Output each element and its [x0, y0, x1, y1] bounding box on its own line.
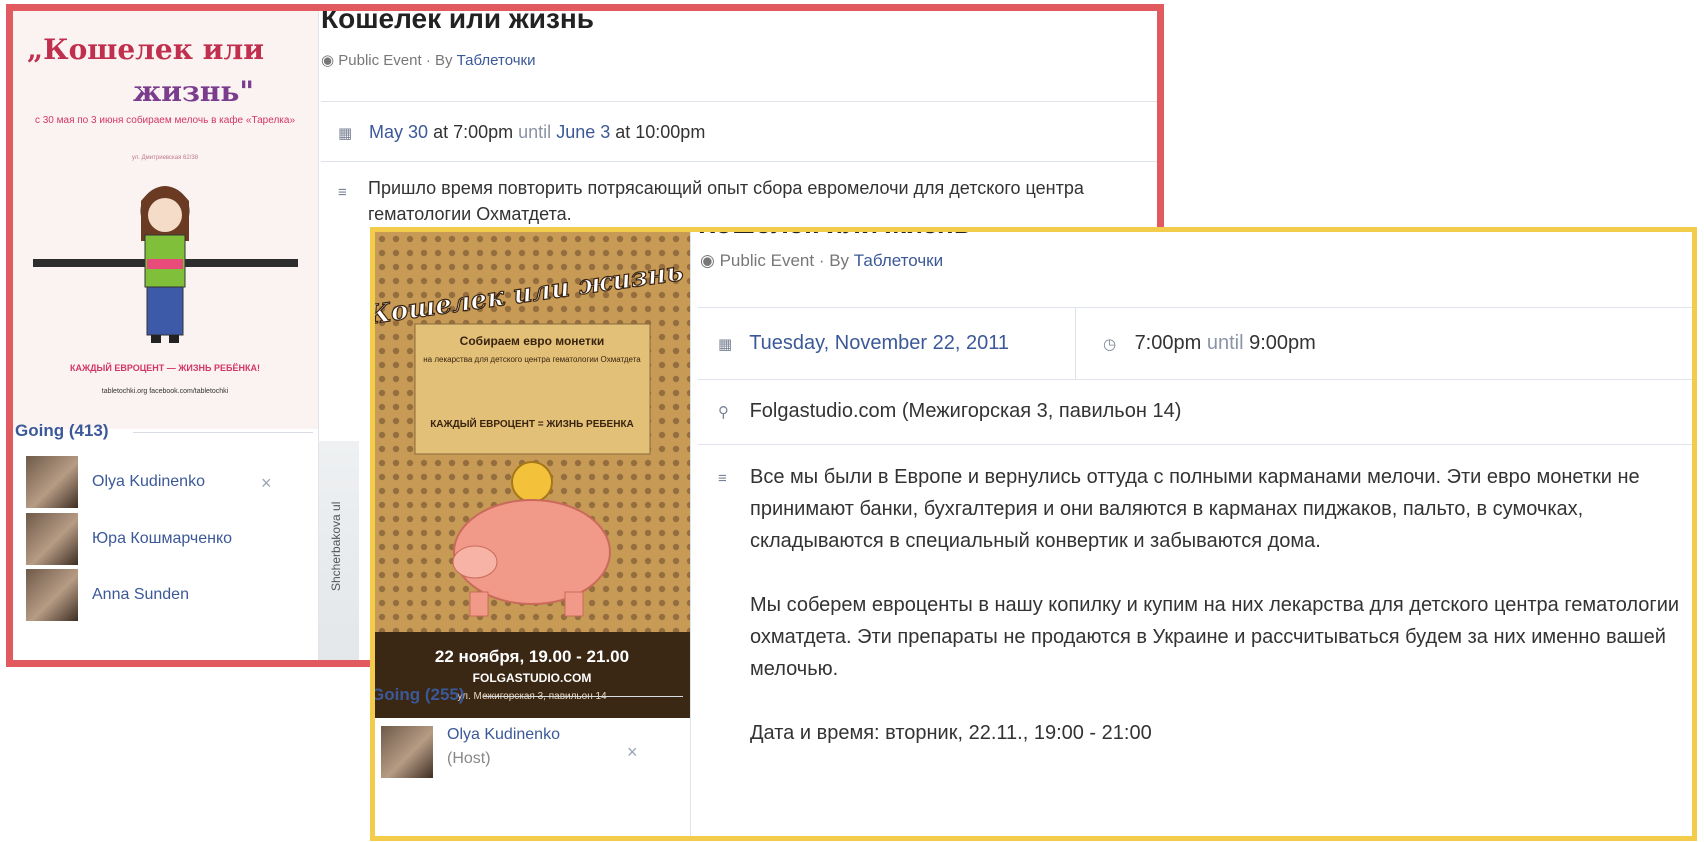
going-count[interactable]: Going (413): [15, 421, 109, 441]
by-prefix: · By: [818, 251, 850, 270]
start-time: 7:00pm: [1134, 332, 1202, 354]
event-meta: ◉ Public Event · By Таблеточки: [321, 51, 536, 69]
poster-slogan: КАЖДЫЙ ЕВРОЦЕНТ — ЖИЗНЬ РЕБЁНКА!: [70, 362, 260, 373]
event-description: Все мы были в Европе и вернулись оттуда …: [750, 461, 1690, 749]
remove-guest-icon[interactable]: ×: [627, 742, 638, 763]
event-screenshot-2: Кошелек или жизнь Собираем евро монетки …: [370, 227, 1697, 841]
description-paragraph: Все мы были в Европе и вернулись оттуда …: [750, 466, 1640, 552]
clock-icon: ◷: [1103, 336, 1117, 353]
event-date-row: ▦ May 30 at 7:00pm until June 3 at 10:00…: [338, 122, 705, 143]
until-label: until: [518, 122, 552, 142]
event-description: Пришло время повторить потрясающий опыт …: [368, 178, 1084, 224]
avatar[interactable]: [26, 513, 78, 565]
globe-icon: ◉: [700, 251, 715, 270]
guest-item[interactable]: Olya Kudinenko (Host): [381, 726, 560, 778]
going-count[interactable]: Going (255): [375, 685, 465, 705]
avatar[interactable]: [26, 569, 78, 621]
guest-name[interactable]: Olya Kudinenko: [92, 473, 205, 491]
guest-item[interactable]: Юра Кошмарченко: [26, 513, 232, 565]
end-date-link[interactable]: June 3: [556, 122, 610, 142]
guest-name[interactable]: Anna Sunden: [92, 586, 189, 604]
poster-site: FOLGASTUDIO.COM: [473, 671, 592, 685]
left-column: Кошелек или жизнь Собираем евро монетки …: [375, 232, 691, 836]
guest-info: Olya Kudinenko (Host): [447, 726, 560, 768]
event-poster[interactable]: „Кошелек или жизнь" с 30 мая по 3 июня с…: [13, 11, 318, 429]
end-time: 9:00pm: [1249, 332, 1316, 354]
start-time: at 7:00pm: [433, 122, 514, 142]
map-street-label: Shcherbakova ul: [329, 501, 343, 591]
avatar[interactable]: [381, 726, 433, 778]
guest-name[interactable]: Olya Kudinenko: [447, 726, 560, 744]
poster-date: 22 ноября, 19.00 - 21.00: [435, 647, 629, 666]
organizer-link[interactable]: Таблеточки: [854, 251, 943, 270]
description-row: ≡: [718, 466, 744, 489]
event-title: Кошелек или жизнь: [698, 232, 971, 240]
poster-box-line2: на лекарства для детского центра гематол…: [423, 355, 641, 364]
description-row: ≡: [338, 181, 364, 202]
divider: [483, 696, 683, 697]
event-visibility: Public Event: [719, 251, 815, 270]
poster-illustration: „Кошелек или жизнь" с 30 мая по 3 июня с…: [27, 33, 298, 395]
event-time-row: ◷ 7:00pm until 9:00pm: [1103, 332, 1316, 355]
description-paragraph: Дата и время: вторник, 22.11., 19:00 - 2…: [750, 722, 1152, 744]
event-title: Кошелек или жизнь: [321, 4, 594, 34]
calendar-icon: ▦: [338, 125, 353, 142]
divider: [1075, 307, 1076, 379]
map-thumbnail[interactable]: Shcherbakova ul: [319, 441, 359, 660]
until-label: until: [1206, 332, 1244, 354]
event-visibility: Public Event: [338, 52, 422, 69]
avatar[interactable]: [26, 456, 78, 508]
event-meta: ◉ Public Event · By Таблеточки: [700, 251, 943, 271]
divider: [321, 161, 1157, 162]
divider: [321, 101, 1157, 102]
calendar-icon: ▦: [718, 336, 733, 353]
divider: [698, 379, 1692, 380]
poster-box-line3: КАЖДЫЙ ЕВРОЦЕНТ = ЖИЗНЬ РЕБЕНКА: [430, 417, 634, 430]
divider: [698, 307, 1692, 308]
location-text[interactable]: Folgastudio.com (Межигорская 3, павильон…: [750, 400, 1182, 422]
by-prefix: · By: [425, 52, 453, 69]
guest-name[interactable]: Юра Кошмарченко: [92, 530, 232, 548]
remove-guest-icon[interactable]: ×: [261, 473, 272, 494]
host-label: (Host): [447, 750, 491, 767]
divider: [698, 444, 1692, 445]
poster-illustration: Кошелек или жизнь Собираем евро монетки …: [375, 232, 690, 718]
event-date-link[interactable]: Tuesday, November 22, 2011: [749, 332, 1009, 354]
start-date-link[interactable]: May 30: [369, 122, 428, 142]
poster-title-line2: жизнь": [133, 75, 254, 108]
organizer-link[interactable]: Таблеточки: [457, 52, 536, 69]
guest-item[interactable]: Olya Kudinenko: [26, 456, 205, 508]
poster-footer: tabletochki.org facebook.com/tabletochki: [102, 388, 229, 395]
guest-item[interactable]: Anna Sunden: [26, 569, 189, 621]
left-column: „Кошелек или жизнь" с 30 мая по 3 июня с…: [13, 11, 319, 660]
poster-title-line1: „Кошелек или: [27, 33, 264, 66]
location-pin-icon: ⚲: [718, 404, 729, 421]
divider: [133, 432, 313, 433]
end-time: at 10:00pm: [615, 122, 706, 142]
text-lines-icon: ≡: [338, 184, 347, 201]
text-lines-icon: ≡: [718, 470, 727, 487]
event-date-row: ▦ Tuesday, November 22, 2011: [718, 332, 1009, 355]
poster-address: ул. Дмитриевская 62/38: [132, 155, 199, 161]
poster-subtitle: с 30 мая по 3 июня собираем мелочь в каф…: [35, 114, 296, 126]
location-row: ⚲ Folgastudio.com (Межигорская 3, павиль…: [718, 400, 1181, 423]
event-poster[interactable]: Кошелек или жизнь Собираем евро монетки …: [375, 232, 690, 718]
description-paragraph: Мы соберем евроценты в нашу копилку и ку…: [750, 594, 1680, 680]
globe-icon: ◉: [321, 52, 335, 69]
poster-box-line1: Собираем евро монетки: [460, 334, 605, 348]
